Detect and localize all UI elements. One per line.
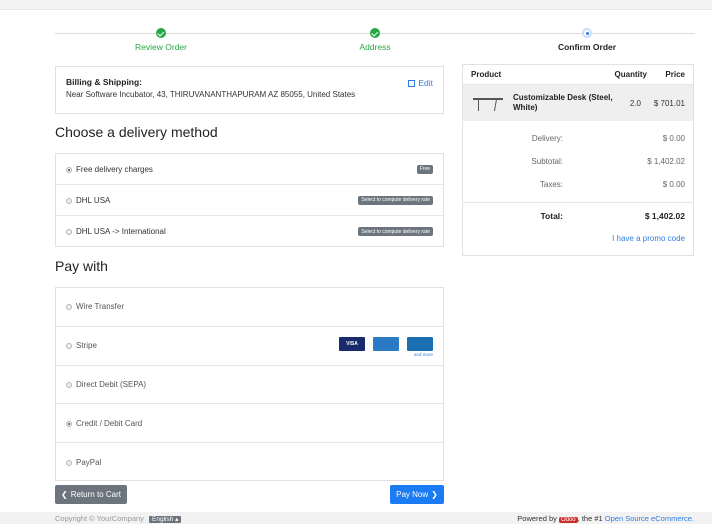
col-product: Product	[471, 70, 502, 79]
check-icon	[370, 28, 380, 38]
pay-now-button[interactable]: Pay Now ❯	[390, 485, 444, 504]
payment-option-wire[interactable]: Wire Transfer	[56, 288, 443, 327]
delivery-label: DHL USA	[76, 195, 111, 205]
delivery-line: Delivery: $ 0.00	[463, 127, 693, 150]
payment-methods: Wire Transfer Stripe VISA and more Direc…	[55, 287, 444, 481]
delivery-badge: Select to compute delivery rate	[358, 227, 433, 236]
step-label: Address	[359, 42, 391, 52]
pay-label: Pay Now	[396, 490, 429, 499]
radio-button[interactable]	[66, 460, 72, 467]
delivery-label: Delivery:	[531, 134, 563, 143]
payment-option-card[interactable]: Credit / Debit Card	[56, 404, 443, 444]
radio-button[interactable]	[66, 381, 72, 388]
delivery-badge: Free	[416, 164, 433, 174]
return-label: Return to Cart	[70, 490, 121, 499]
delivery-methods: Free delivery charges Free DHL USA Selec…	[55, 153, 444, 247]
delivery-option-dhl-usa[interactable]: DHL USA Select to compute delivery rate	[56, 185, 443, 216]
subtotal-line: Subtotal: $ 1,402.02	[463, 150, 693, 173]
billing-address: Near Software Incubator, 43, THIRUVANANT…	[66, 90, 356, 99]
radio-button[interactable]	[66, 229, 72, 235]
check-icon	[156, 28, 166, 38]
order-summary: Product Quantity Price Customizable Desk…	[462, 64, 694, 256]
diners-logo	[407, 336, 433, 351]
powered-prefix: Powered by	[517, 514, 557, 523]
checkout-wizard: Review Order Address Confirm Order	[55, 22, 695, 56]
taxes-line: Taxes: $ 0.00	[463, 173, 693, 196]
radio-button[interactable]	[66, 343, 72, 350]
radio-button[interactable]	[66, 304, 72, 311]
visa-logo: VISA	[339, 336, 365, 351]
edit-address-link[interactable]: Edit	[408, 78, 433, 88]
billing-shipping-box: Billing & Shipping: Near Software Incuba…	[55, 66, 444, 114]
product-name[interactable]: Customizable Desk (Steel, White)	[513, 93, 615, 113]
step-review-order[interactable]: Review Order	[91, 22, 231, 52]
taxes-value: $ 0.00	[662, 180, 685, 189]
promo-code-link[interactable]: I have a promo code	[463, 234, 693, 243]
subtotal-value: $ 1,402.02	[647, 157, 685, 166]
step-label: Confirm Order	[557, 42, 617, 52]
total-line: Total: $ 1,402.02	[463, 202, 693, 228]
product-row: Customizable Desk (Steel, White) 2.0 $ 7…	[463, 85, 693, 121]
radio-button[interactable]	[66, 420, 72, 427]
payment-option-stripe[interactable]: Stripe VISA and more	[56, 327, 443, 366]
step-label: Review Order	[135, 42, 187, 52]
col-quantity: Quantity	[614, 70, 647, 79]
delivery-heading: Choose a delivery method	[55, 124, 218, 140]
delivery-option-free[interactable]: Free delivery charges Free	[56, 154, 443, 185]
odoo-logo[interactable]: Odoo	[558, 517, 578, 523]
powered-mid: , the #1	[577, 514, 603, 523]
product-quantity: 2.0	[629, 98, 641, 108]
amex-logo	[373, 336, 399, 351]
product-price: $ 701.01	[653, 98, 685, 108]
footer: Copyright © YourCompany English ▴ Powere…	[0, 512, 712, 524]
desk-thumbnail	[471, 92, 505, 114]
language-selector[interactable]: English ▴	[149, 516, 182, 523]
and-more-link: and more	[413, 351, 433, 357]
return-to-cart-button[interactable]: ❮ Return to Cart	[55, 485, 127, 504]
chevron-right-icon: ❯	[431, 490, 438, 499]
subtotal-label: Subtotal:	[531, 157, 563, 166]
open-source-ecommerce-link[interactable]: Open Source eCommerce.	[605, 514, 694, 523]
pay-heading: Pay with	[55, 258, 108, 274]
copyright: Copyright © YourCompany	[55, 514, 144, 523]
delivery-label: Free delivery charges	[76, 164, 153, 174]
step-address[interactable]: Address	[305, 22, 445, 52]
col-price: Price	[665, 70, 685, 79]
radio-button[interactable]	[66, 197, 72, 204]
payment-option-sepa[interactable]: Direct Debit (SEPA)	[56, 366, 443, 405]
payment-option-paypal[interactable]: PayPal	[56, 443, 443, 482]
edit-label: Edit	[418, 78, 433, 88]
top-bar	[0, 0, 712, 10]
delivery-badge: Select to compute delivery rate	[358, 195, 433, 205]
delivery-value: $ 0.00	[662, 134, 685, 143]
summary-header: Product Quantity Price	[463, 65, 693, 85]
payment-label: PayPal	[76, 458, 102, 468]
edit-icon	[408, 80, 416, 87]
payment-label: Direct Debit (SEPA)	[76, 379, 147, 389]
language-label: English	[152, 516, 174, 523]
caret-up-icon: ▴	[175, 516, 179, 523]
payment-label: Wire Transfer	[76, 302, 125, 312]
step-confirm-order: Confirm Order	[517, 22, 657, 52]
radio-button[interactable]	[66, 166, 72, 173]
billing-title: Billing & Shipping:	[66, 77, 143, 87]
current-step-icon	[582, 28, 592, 38]
card-logos: VISA and more	[339, 335, 433, 357]
payment-label: Credit / Debit Card	[76, 418, 143, 428]
delivery-label: DHL USA -> International	[76, 227, 166, 236]
total-value: $ 1,402.02	[644, 210, 685, 221]
taxes-label: Taxes:	[539, 180, 563, 189]
delivery-option-dhl-international[interactable]: DHL USA -> International Select to compu…	[56, 216, 443, 247]
total-label: Total:	[540, 210, 563, 221]
chevron-left-icon: ❮	[61, 490, 68, 499]
payment-label: Stripe	[76, 341, 97, 351]
